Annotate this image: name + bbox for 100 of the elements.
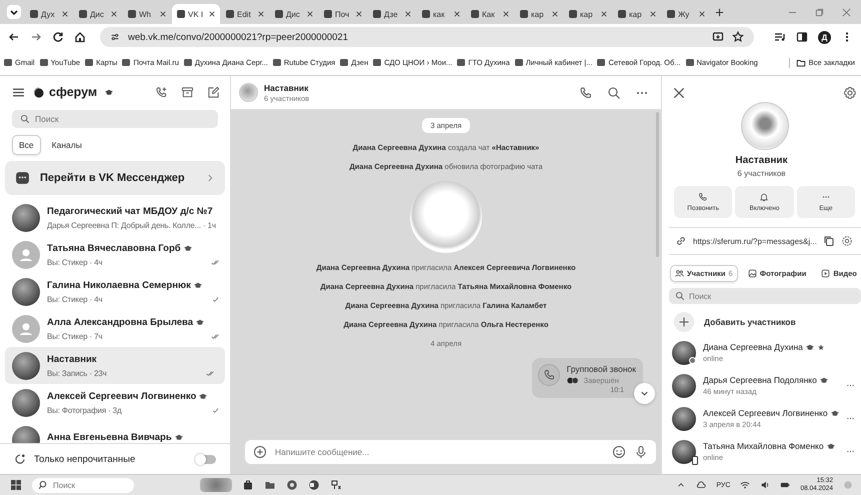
bookmark-star-icon[interactable] xyxy=(732,31,744,43)
chat-item[interactable]: Наставник Вы: Запись · 23ч xyxy=(5,347,225,384)
snipping-tool-icon[interactable] xyxy=(330,479,342,491)
browser-tab[interactable]: кар xyxy=(515,4,563,24)
wifi-icon[interactable] xyxy=(740,480,750,490)
install-app-icon[interactable] xyxy=(712,31,724,43)
photo-placeholder xyxy=(740,102,788,150)
browser-icon[interactable] xyxy=(286,479,298,491)
close-icon[interactable] xyxy=(650,11,656,17)
member-count: 6 участников xyxy=(736,169,787,178)
unread-icon xyxy=(14,453,26,465)
media-controls-icon[interactable] xyxy=(774,31,786,43)
browser-tab[interactable]: Поч xyxy=(319,4,367,24)
close-icon[interactable] xyxy=(699,11,705,17)
tab-list-icon[interactable] xyxy=(7,5,21,19)
close-icon[interactable] xyxy=(111,11,117,17)
taskbar-search-bar[interactable]: Поиск xyxy=(32,478,134,492)
close-icon[interactable] xyxy=(356,11,362,17)
chat-item[interactable]: Алексей Сергеевич Логвиненко Вы: Фотография · 3д xyxy=(0,384,230,421)
restore-icon[interactable] xyxy=(815,8,824,16)
member-name: Татьяна Михайловна Фоменко xyxy=(703,441,824,451)
browser-tab[interactable]: Дис xyxy=(74,4,122,24)
browser-tab[interactable]: Edit xyxy=(221,4,269,24)
chat-item[interactable]: Татьяна Вячеславовна Горб Вы: Стикер · 4ч xyxy=(0,236,230,273)
battery-icon[interactable] xyxy=(780,480,790,490)
vk-messenger-banner[interactable]: Перейти в VK Мессенджер xyxy=(5,161,225,195)
phone-icon[interactable] xyxy=(579,86,593,100)
site-settings-icon[interactable] xyxy=(110,32,120,42)
emoji-icon[interactable] xyxy=(612,445,626,459)
close-icon[interactable] xyxy=(405,11,411,17)
filter-tab[interactable]: Все xyxy=(12,135,41,155)
widget-picture[interactable] xyxy=(200,478,232,492)
address-bar[interactable]: web.vk.me/convo/2000000021?rp=peer2000000021 xyxy=(100,27,754,47)
back-icon[interactable] xyxy=(8,31,20,43)
close-icon[interactable] xyxy=(307,11,313,17)
add-icon[interactable] xyxy=(253,445,267,459)
settings-icon[interactable] xyxy=(840,235,853,247)
volume-icon[interactable] xyxy=(760,480,770,490)
brand-name: сферум xyxy=(49,85,98,99)
close-icon[interactable] xyxy=(601,11,607,17)
profile-avatar[interactable]: Д xyxy=(818,30,831,44)
forward-icon[interactable] xyxy=(30,31,42,43)
chat-bubble-icon xyxy=(15,170,30,186)
browser-tab[interactable]: Дух xyxy=(25,4,73,24)
close-icon[interactable] xyxy=(503,11,509,17)
browser-tab[interactable]: как xyxy=(417,4,465,24)
close-icon[interactable] xyxy=(62,11,68,17)
close-icon[interactable] xyxy=(552,11,558,17)
cloud-sync-icon[interactable] xyxy=(696,480,706,490)
search-field[interactable]: Поиск xyxy=(53,480,128,490)
chevron-down-icon xyxy=(640,389,649,398)
search-bar[interactable]: Поиск xyxy=(669,288,861,304)
favicon-icon xyxy=(272,59,281,66)
chat-item[interactable]: Анна Евгеньевна Вивчарь xyxy=(0,421,230,443)
folder-icon[interactable] xyxy=(264,479,276,491)
store-icon[interactable] xyxy=(242,479,254,491)
browser-tab[interactable]: Wh xyxy=(123,4,171,24)
microphone-icon[interactable] xyxy=(634,445,648,459)
unread-only-label: Только непрочитанные xyxy=(34,454,136,464)
message-bar[interactable]: Напишите сообщение... xyxy=(245,440,656,464)
start-icon[interactable] xyxy=(10,479,22,491)
app-icon[interactable] xyxy=(308,479,320,491)
settings-icon[interactable] xyxy=(843,86,857,100)
new-tab-icon[interactable] xyxy=(715,8,724,16)
close-icon[interactable] xyxy=(672,86,686,100)
browser-tab[interactable]: Как xyxy=(466,4,514,24)
close-icon[interactable] xyxy=(258,11,264,17)
side-panel-icon[interactable] xyxy=(796,31,808,43)
toggle-switch[interactable] xyxy=(196,454,216,464)
call-icon[interactable] xyxy=(155,86,168,98)
search-field[interactable]: Поиск xyxy=(35,114,210,124)
search-bar[interactable]: Поиск xyxy=(12,110,218,128)
reload-icon[interactable] xyxy=(52,31,64,43)
archive-icon[interactable] xyxy=(181,86,194,98)
browser-tab[interactable]: Дзе xyxy=(368,4,416,24)
browser-tab[interactable]: VK I xyxy=(172,4,220,24)
browser-tab[interactable]: кар xyxy=(564,4,612,24)
add-members-button[interactable]: Добавить участников xyxy=(662,304,861,336)
close-icon[interactable] xyxy=(454,11,460,17)
menu-icon[interactable] xyxy=(12,86,25,98)
graduation-cap-icon xyxy=(806,344,814,350)
close-icon[interactable] xyxy=(209,11,215,17)
chat-item[interactable]: Педагогический чат МБДОУ д/с №7 Дарья Сергеевна П: Добрый день. Колле... · 1ч xyxy=(0,199,230,236)
browser-tab[interactable]: Жу xyxy=(662,4,710,24)
chat-name: Алексей Сергеевич Логвиненко xyxy=(47,390,196,402)
invite-link[interactable]: https://sferum.ru/?p=messages&j... xyxy=(693,236,817,246)
close-icon[interactable] xyxy=(160,11,166,17)
search-icon[interactable] xyxy=(607,86,621,100)
browser-tab[interactable]: Дис xyxy=(270,4,318,24)
chat-item[interactable]: Алла Александровна Брылева Вы: Стикер · 7ч xyxy=(0,310,230,347)
compose-icon[interactable] xyxy=(207,86,220,98)
graduation-cap-icon xyxy=(830,410,839,416)
home-icon[interactable] xyxy=(74,31,86,43)
chat-item[interactable]: Галина Николаевна Семернюк Вы: Стикер · 4ч xyxy=(0,273,230,310)
filter-tab[interactable]: Каналы xyxy=(44,135,89,155)
message-input[interactable]: Напишите сообщение... xyxy=(275,447,604,457)
favicon-icon xyxy=(184,59,192,66)
copy-icon[interactable] xyxy=(822,235,835,247)
search-field[interactable]: Поиск xyxy=(689,292,855,300)
browser-tab[interactable]: кар xyxy=(613,4,661,24)
